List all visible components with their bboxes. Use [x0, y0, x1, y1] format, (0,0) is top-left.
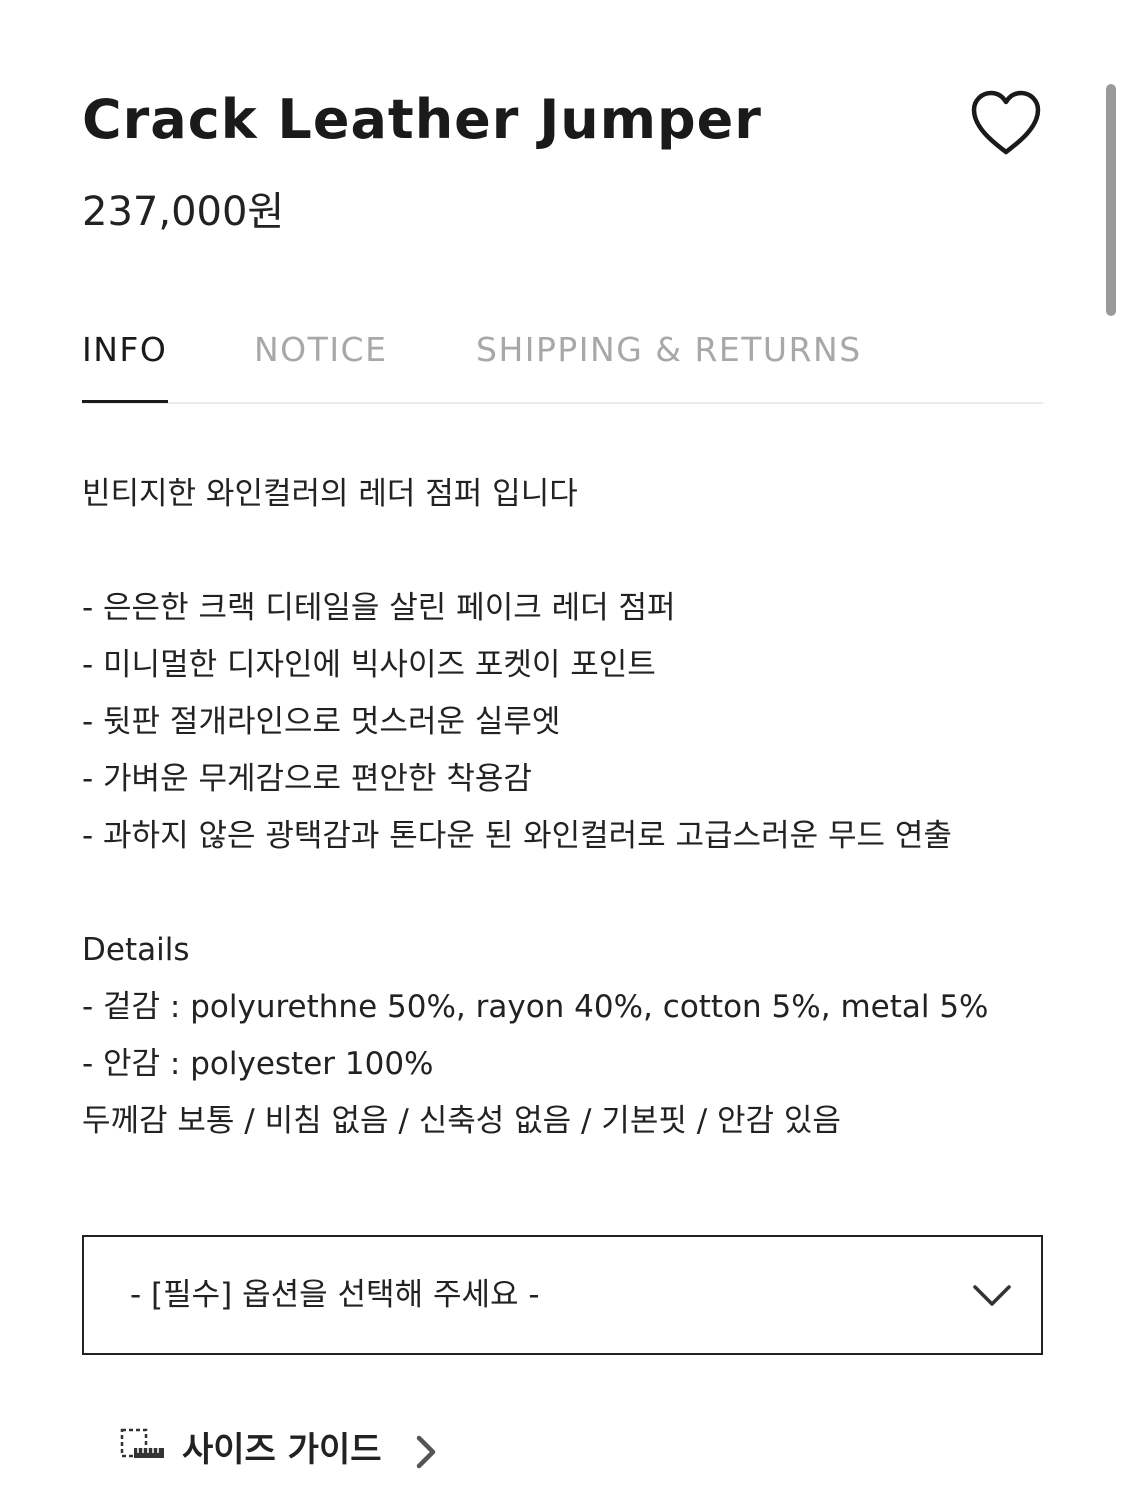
details-heading: Details [82, 932, 190, 968]
info-bullet: - 은은한 크랙 디테일을 살린 페이크 레더 점퍼 [82, 590, 676, 626]
details-line: - 겉감 : polyurethne 50%, rayon 40%, cotto… [82, 989, 989, 1025]
option-select-placeholder: - [필수] 옵션을 선택해 주세요 - [130, 1277, 540, 1313]
info-bullet: - 과하지 않은 광택감과 톤다운 된 와인컬러로 고급스러운 무드 연출 [82, 818, 952, 854]
info-bullet: - 미니멀한 디자인에 빅사이즈 포켓이 포인트 [82, 647, 656, 683]
ruler-icon [120, 1428, 164, 1458]
info-bullet: - 뒷판 절개라인으로 멋스러운 실루엣 [82, 704, 561, 740]
product-detail-page: Crack Leather Jumper 237,000원 INFO NOTIC… [0, 0, 1125, 1500]
chevron-right-icon [416, 1435, 436, 1469]
product-title: Crack Leather Jumper [82, 88, 762, 151]
size-guide-label: 사이즈 가이드 [182, 1430, 382, 1470]
tab-notice[interactable]: NOTICE [254, 330, 387, 370]
wishlist-heart-icon[interactable] [970, 90, 1042, 156]
tab-info[interactable]: INFO [82, 330, 167, 370]
product-tabs: INFO NOTICE SHIPPING & RETURNS [82, 300, 1043, 404]
active-tab-indicator [82, 400, 168, 403]
info-bullet: - 가벼운 무게감으로 편안한 착용감 [82, 761, 532, 797]
option-select[interactable]: - [필수] 옵션을 선택해 주세요 - [82, 1235, 1043, 1355]
chevron-down-icon [973, 1285, 1011, 1306]
details-line: 두께감 보통 / 비침 없음 / 신축성 없음 / 기본핏 / 안감 있음 [82, 1103, 841, 1139]
info-content: 빈티지한 와인컬러의 레더 점퍼 입니다 - 은은한 크랙 디테일을 살린 페이… [82, 466, 1062, 1150]
info-intro: 빈티지한 와인컬러의 레더 점퍼 입니다 [82, 476, 578, 512]
scrollbar[interactable] [1106, 84, 1116, 316]
details-line: - 안감 : polyester 100% [82, 1046, 434, 1082]
product-price: 237,000원 [82, 189, 285, 235]
tab-shipping-returns[interactable]: SHIPPING & RETURNS [476, 330, 862, 370]
